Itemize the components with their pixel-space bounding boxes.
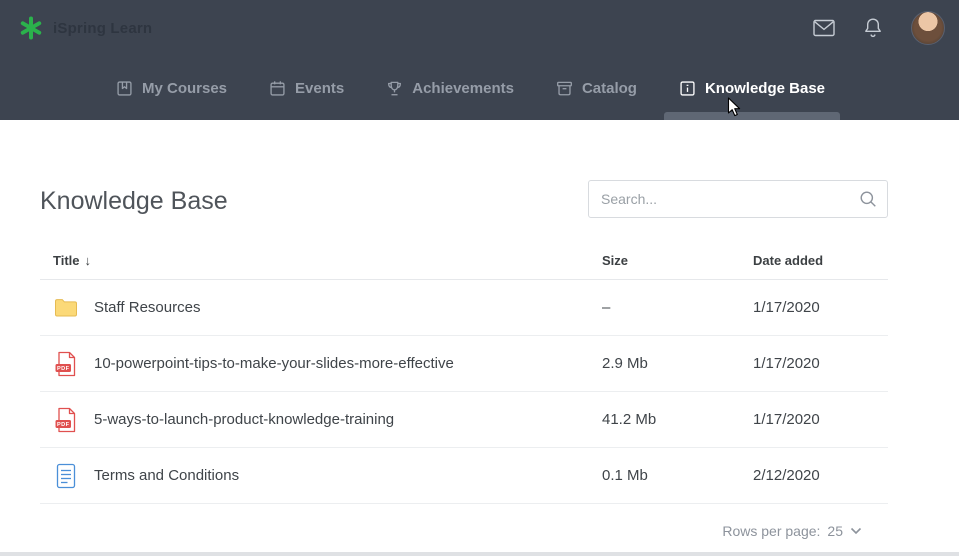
tab-label: Knowledge Base	[705, 80, 825, 97]
file-size: –	[602, 299, 753, 316]
pdf-icon: PDF	[53, 351, 79, 377]
file-title: 10-powerpoint-tips-to-make-your-slides-m…	[94, 355, 454, 372]
tab-label: Achievements	[412, 80, 514, 97]
file-size: 0.1 Mb	[602, 467, 753, 484]
knowledge-base-table: Title ↓ Size Date added Staff Resources …	[40, 242, 888, 558]
table-row[interactable]: PDF 5-ways-to-launch-product-knowledge-t…	[40, 392, 888, 448]
column-header-size[interactable]: Size	[602, 253, 753, 268]
column-header-title[interactable]: Title ↓	[40, 253, 602, 268]
logo-text: iSpring Learn	[53, 20, 152, 37]
user-avatar[interactable]	[911, 11, 945, 45]
chevron-down-icon	[850, 527, 862, 535]
file-title: 5-ways-to-launch-product-knowledge-train…	[94, 411, 394, 428]
messages-icon[interactable]	[813, 19, 835, 37]
page-content: Knowledge Base Title ↓ Size Date added	[40, 120, 888, 558]
page-title: Knowledge Base	[40, 180, 228, 216]
header-actions	[813, 11, 945, 45]
table-footer: Rows per page: 25	[40, 504, 888, 558]
table-row[interactable]: Terms and Conditions 0.1 Mb 2/12/2020	[40, 448, 888, 504]
file-size: 2.9 Mb	[602, 355, 753, 372]
search-icon	[859, 190, 877, 208]
folder-icon	[53, 298, 79, 318]
file-title: Staff Resources	[94, 299, 200, 316]
bottom-edge	[0, 552, 959, 556]
archive-box-icon	[556, 80, 573, 97]
sort-desc-icon: ↓	[85, 253, 92, 268]
top-header: iSpring Learn	[0, 0, 959, 120]
table-row[interactable]: PDF 10-powerpoint-tips-to-make-your-slid…	[40, 336, 888, 392]
rows-per-page-value: 25	[827, 523, 843, 539]
file-date: 1/17/2020	[753, 299, 888, 316]
page-head: Knowledge Base	[40, 180, 888, 218]
rows-per-page-label: Rows per page:	[722, 523, 820, 539]
column-title-label: Title	[53, 253, 80, 268]
tab-label: Events	[295, 80, 344, 97]
info-square-icon	[679, 80, 696, 97]
courses-icon	[116, 80, 133, 97]
tab-label: Catalog	[582, 80, 637, 97]
file-date: 1/17/2020	[753, 411, 888, 428]
table-header: Title ↓ Size Date added	[40, 242, 888, 280]
doc-icon	[53, 463, 79, 489]
pdf-icon: PDF	[53, 407, 79, 433]
tab-label: My Courses	[142, 80, 227, 97]
header-top-bar: iSpring Learn	[0, 0, 959, 56]
trophy-icon	[386, 80, 403, 97]
tab-knowledge-base[interactable]: Knowledge Base	[679, 56, 825, 120]
tab-achievements[interactable]: Achievements	[386, 56, 514, 120]
ispring-logo-icon	[18, 15, 44, 41]
tab-catalog[interactable]: Catalog	[556, 56, 637, 120]
app-logo[interactable]: iSpring Learn	[18, 15, 152, 41]
tab-events[interactable]: Events	[269, 56, 344, 120]
main-nav: My Courses Events	[0, 56, 959, 120]
table-row[interactable]: Staff Resources – 1/17/2020	[40, 280, 888, 336]
file-title: Terms and Conditions	[94, 467, 239, 484]
calendar-icon	[269, 80, 286, 97]
rows-per-page-control[interactable]: Rows per page: 25	[722, 523, 862, 539]
search-box	[588, 180, 888, 218]
app-window: iSpring Learn	[0, 0, 959, 556]
file-size: 41.2 Mb	[602, 411, 753, 428]
notifications-bell-icon[interactable]	[863, 17, 883, 39]
pdf-badge-text: PDF	[57, 421, 70, 427]
active-tab-indicator	[664, 112, 840, 120]
file-date: 1/17/2020	[753, 355, 888, 372]
file-date: 2/12/2020	[753, 467, 888, 484]
pdf-badge-text: PDF	[57, 365, 70, 371]
search-input[interactable]	[588, 180, 888, 218]
column-header-date[interactable]: Date added	[753, 253, 888, 268]
tab-my-courses[interactable]: My Courses	[116, 56, 227, 120]
